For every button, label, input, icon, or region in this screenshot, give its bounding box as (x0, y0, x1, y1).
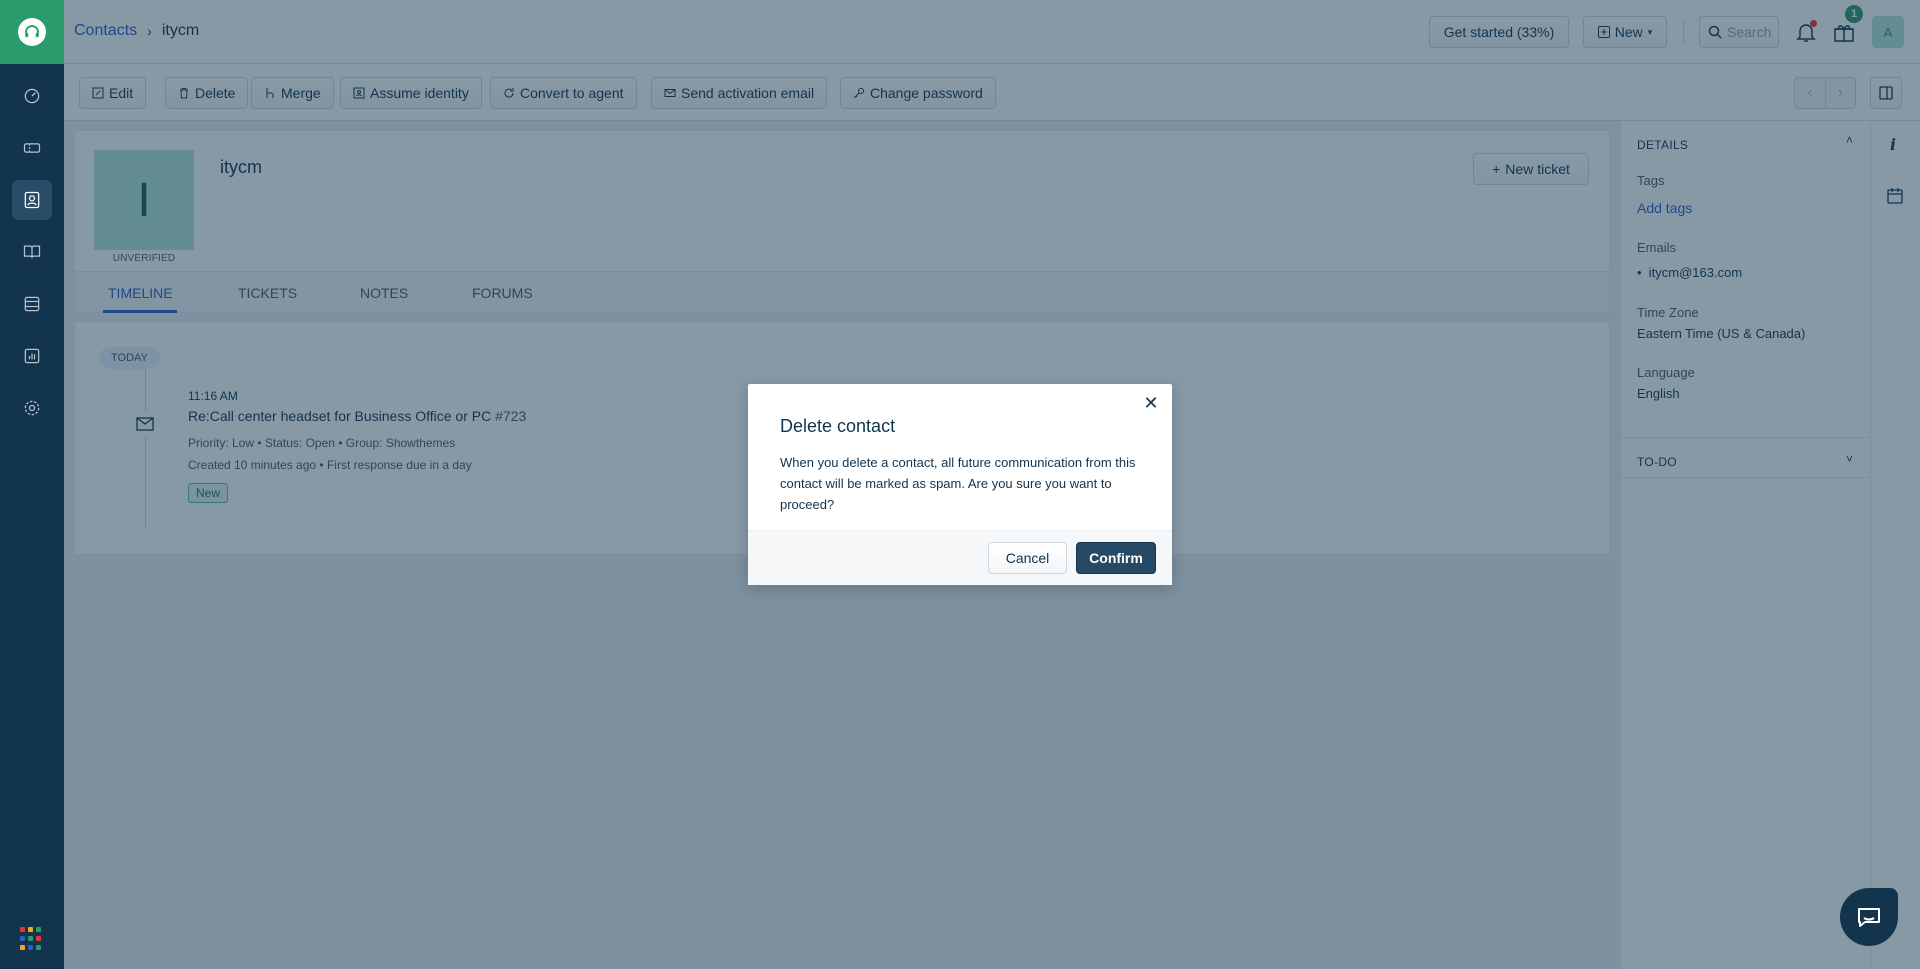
knowledge-base-nav-icon[interactable] (12, 232, 52, 272)
groups-nav-icon[interactable] (12, 284, 52, 324)
modal-title: Delete contact (780, 416, 896, 436)
chat-icon (1858, 908, 1880, 927)
freshdesk-logo[interactable] (0, 0, 64, 64)
settings-nav-icon[interactable] (12, 388, 52, 428)
tickets-nav-icon[interactable] (12, 128, 52, 168)
delete-contact-modal: ✕ Delete contact When you delete a conta… (748, 384, 1172, 585)
confirm-button[interactable]: Confirm (1076, 542, 1156, 574)
apps-grid-icon[interactable] (20, 927, 44, 951)
contacts-nav-icon[interactable] (12, 180, 52, 220)
modal-footer: Cancel Confirm (748, 530, 1172, 585)
reports-nav-icon[interactable] (12, 336, 52, 376)
left-sidebar (0, 0, 64, 969)
cancel-button[interactable]: Cancel (988, 542, 1067, 574)
chat-widget-button[interactable] (1840, 888, 1898, 946)
headset-icon (18, 18, 46, 46)
dashboard-nav-icon[interactable] (12, 76, 52, 116)
modal-message: When you delete a contact, all future co… (780, 455, 1136, 512)
close-icon[interactable]: ✕ (1140, 392, 1162, 414)
